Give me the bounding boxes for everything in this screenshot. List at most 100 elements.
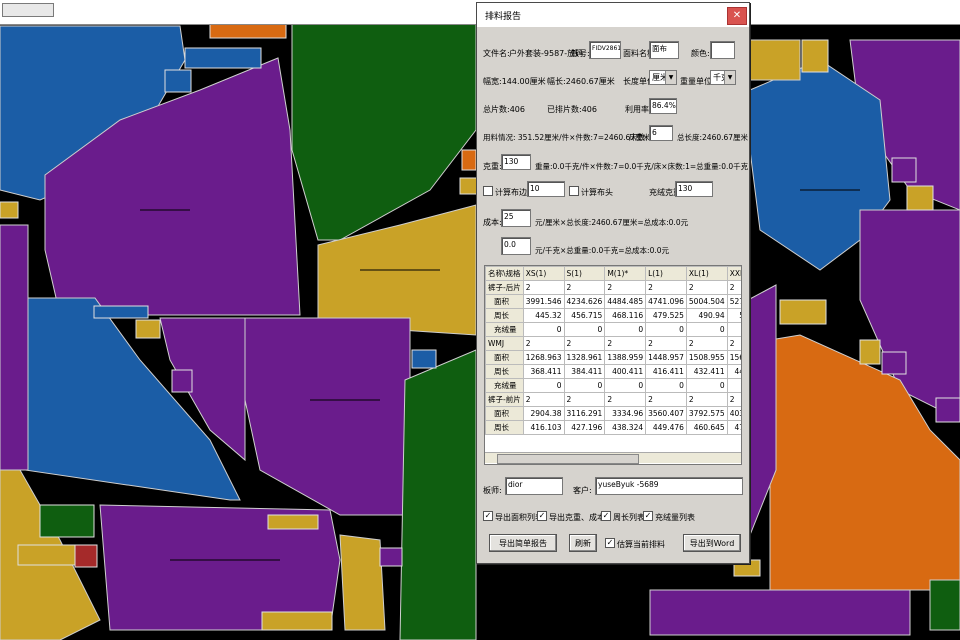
export-word-button[interactable]: 导出到Word <box>683 534 741 552</box>
pattern-piece[interactable] <box>929 579 960 631</box>
gram-input[interactable]: 130 <box>501 154 531 170</box>
grid-cell[interactable]: 479.525 <box>645 308 687 323</box>
refresh-button[interactable]: 刷新 <box>569 534 597 552</box>
calc-edge-input[interactable]: 10 <box>527 181 565 197</box>
grid-cell[interactable]: 0 <box>604 378 647 393</box>
color-input[interactable] <box>710 41 735 59</box>
grid-cell[interactable]: 3991.546 <box>522 294 565 309</box>
cost-input[interactable]: 25 <box>501 209 531 227</box>
grid-cell[interactable]: 2 <box>726 392 741 407</box>
scrollbar-thumb[interactable] <box>2 3 54 17</box>
calc-head-checkbox[interactable] <box>569 186 579 196</box>
grid-cell[interactable]: 2 <box>604 336 647 351</box>
grid-cell[interactable]: 2 <box>645 280 687 295</box>
grid-cell[interactable]: 2 <box>645 336 687 351</box>
grid-cell[interactable]: 445.32 <box>522 308 565 323</box>
close-button[interactable]: ✕ <box>727 7 747 25</box>
length-unit-select[interactable]: 厘米 ▼ <box>649 70 677 85</box>
grid-cell[interactable]: 2 <box>726 336 741 351</box>
utilization-input[interactable]: 86.4% <box>649 98 677 114</box>
grid-cell[interactable]: 1568.95 <box>726 350 741 365</box>
grid-cell[interactable]: 0 <box>726 322 741 337</box>
fill-weight-input[interactable]: 130 <box>675 181 713 197</box>
grid-cell[interactable]: 471.83 <box>726 420 741 435</box>
grid-cell[interactable]: 1268.963 <box>522 350 565 365</box>
grid-cell[interactable]: 427.196 <box>563 420 606 435</box>
grid-cell[interactable]: 3116.291 <box>563 406 606 421</box>
dialog-titlebar[interactable]: 排料报告 ✕ <box>477 3 749 27</box>
table-row[interactable]: 面积 1268.963 1328.961 1388.959 1448.957 1508.9… <box>485 350 741 365</box>
table-row[interactable]: 周长368.411384.411400.411416.411432.411448… <box>485 364 741 379</box>
pattern-piece[interactable] <box>399 349 477 640</box>
grid-cell[interactable]: 2 <box>604 280 647 295</box>
grid-header-cell[interactable]: XS(1) <box>522 266 565 281</box>
grid-cell[interactable]: 2 <box>522 392 565 407</box>
calc-edge-checkbox[interactable] <box>483 186 493 196</box>
grid-cell[interactable]: 2 <box>645 392 687 407</box>
grid-cell[interactable]: 416.103 <box>522 420 565 435</box>
pattern-piece[interactable] <box>339 534 386 631</box>
grid-cell[interactable]: 2 <box>522 336 565 351</box>
grid-cell[interactable]: 438.324 <box>604 420 647 435</box>
fill-list-checkbox[interactable]: ✓ <box>643 511 653 521</box>
grid-cell[interactable]: 0 <box>604 322 647 337</box>
grid-cell[interactable]: 432.411 <box>685 364 728 379</box>
table-row[interactable]: WMJ 2 2 2 2 2 2 <box>485 336 741 351</box>
table-row[interactable]: 充绒量000000 <box>485 322 741 337</box>
table-row[interactable]: 面积 2904.38 3116.291 3334.96 3560.407 3792.575… <box>485 406 741 421</box>
estimate-checkbox[interactable]: ✓ <box>605 538 615 548</box>
grid-header-cell[interactable]: S(1) <box>563 266 606 281</box>
designer-input[interactable]: dior <box>505 477 563 495</box>
grid-cell[interactable]: 1328.961 <box>563 350 606 365</box>
table-row[interactable]: 裤子-前片 2 2 2 2 2 2 <box>485 392 741 407</box>
grid-cell[interactable]: 0 <box>726 378 741 393</box>
pattern-piece[interactable] <box>649 589 911 636</box>
grid-cell[interactable]: 0 <box>563 378 606 393</box>
grid-cell[interactable]: 0 <box>522 378 565 393</box>
grid-header-cell[interactable]: L(1) <box>645 266 687 281</box>
grid-cell[interactable]: 1508.955 <box>685 350 728 365</box>
grid-cell[interactable]: 0 <box>685 378 728 393</box>
table-row[interactable]: 周长445.32456.715468.116479.525490.94502.3 <box>485 308 741 323</box>
grid-cell[interactable]: 0 <box>685 322 728 337</box>
grid-cell[interactable]: 4484.485 <box>604 294 647 309</box>
piece-data-grid[interactable]: 名称\规格XS(1)S(1)M(1)*L(1)XL(1)XXL(1)裤子-后片2… <box>484 265 742 465</box>
table-row[interactable]: 裤子-后片 2 2 2 2 2 2 <box>485 280 741 295</box>
grid-cell[interactable]: 0 <box>522 322 565 337</box>
grid-cell[interactable]: 5274.67 <box>726 294 741 309</box>
export-fill-cost-checkbox[interactable]: ✓ <box>537 511 547 521</box>
grid-cell[interactable]: 2 <box>685 392 728 407</box>
grid-cell[interactable]: 2 <box>604 392 647 407</box>
grid-cell[interactable]: 416.411 <box>645 364 687 379</box>
number-input[interactable]: FIDV2861 <box>589 41 621 59</box>
pattern-piece[interactable] <box>747 39 801 81</box>
cost2-input[interactable]: 0.0 <box>501 237 531 255</box>
export-perimeter-checkbox[interactable]: ✓ <box>601 511 611 521</box>
grid-cell[interactable]: 460.645 <box>685 420 728 435</box>
grid-cell[interactable]: 1448.957 <box>645 350 687 365</box>
grid-cell[interactable]: 0 <box>645 322 687 337</box>
grid-cell[interactable]: 5004.504 <box>685 294 728 309</box>
pattern-piece[interactable] <box>0 224 29 471</box>
grid-cell[interactable]: 468.116 <box>604 308 647 323</box>
export-simple-report-button[interactable]: 导出简单报告 <box>489 534 557 552</box>
grid-cell[interactable]: 456.715 <box>563 308 606 323</box>
grid-cell[interactable]: 4031.55 <box>726 406 741 421</box>
grid-cell[interactable]: 0 <box>563 322 606 337</box>
grid-cell[interactable]: 2 <box>685 280 728 295</box>
grid-cell[interactable]: 502.3 <box>726 308 741 323</box>
grid-cell[interactable]: 1388.959 <box>604 350 647 365</box>
grid-cell[interactable]: 3560.407 <box>645 406 687 421</box>
grid-header-cell[interactable]: M(1)* <box>604 266 647 281</box>
table-row[interactable]: 面积 3991.546 4234.626 4484.485 4741.096 5004.5… <box>485 294 741 309</box>
table-row[interactable]: 周长416.103427.196438.324449.476460.645471… <box>485 420 741 435</box>
customer-input[interactable]: yuseByuk -5689 <box>595 477 743 495</box>
grid-cell[interactable]: 2 <box>522 280 565 295</box>
grid-header-cell[interactable]: XXL(1) <box>726 266 741 281</box>
grid-cell[interactable]: 449.476 <box>645 420 687 435</box>
grid-cell[interactable]: 2904.38 <box>522 406 565 421</box>
grid-cell[interactable]: 2 <box>563 392 606 407</box>
bed-count-input[interactable]: 6 <box>649 125 673 141</box>
grid-cell[interactable]: 448.41 <box>726 364 741 379</box>
export-area-checkbox[interactable]: ✓ <box>483 511 493 521</box>
